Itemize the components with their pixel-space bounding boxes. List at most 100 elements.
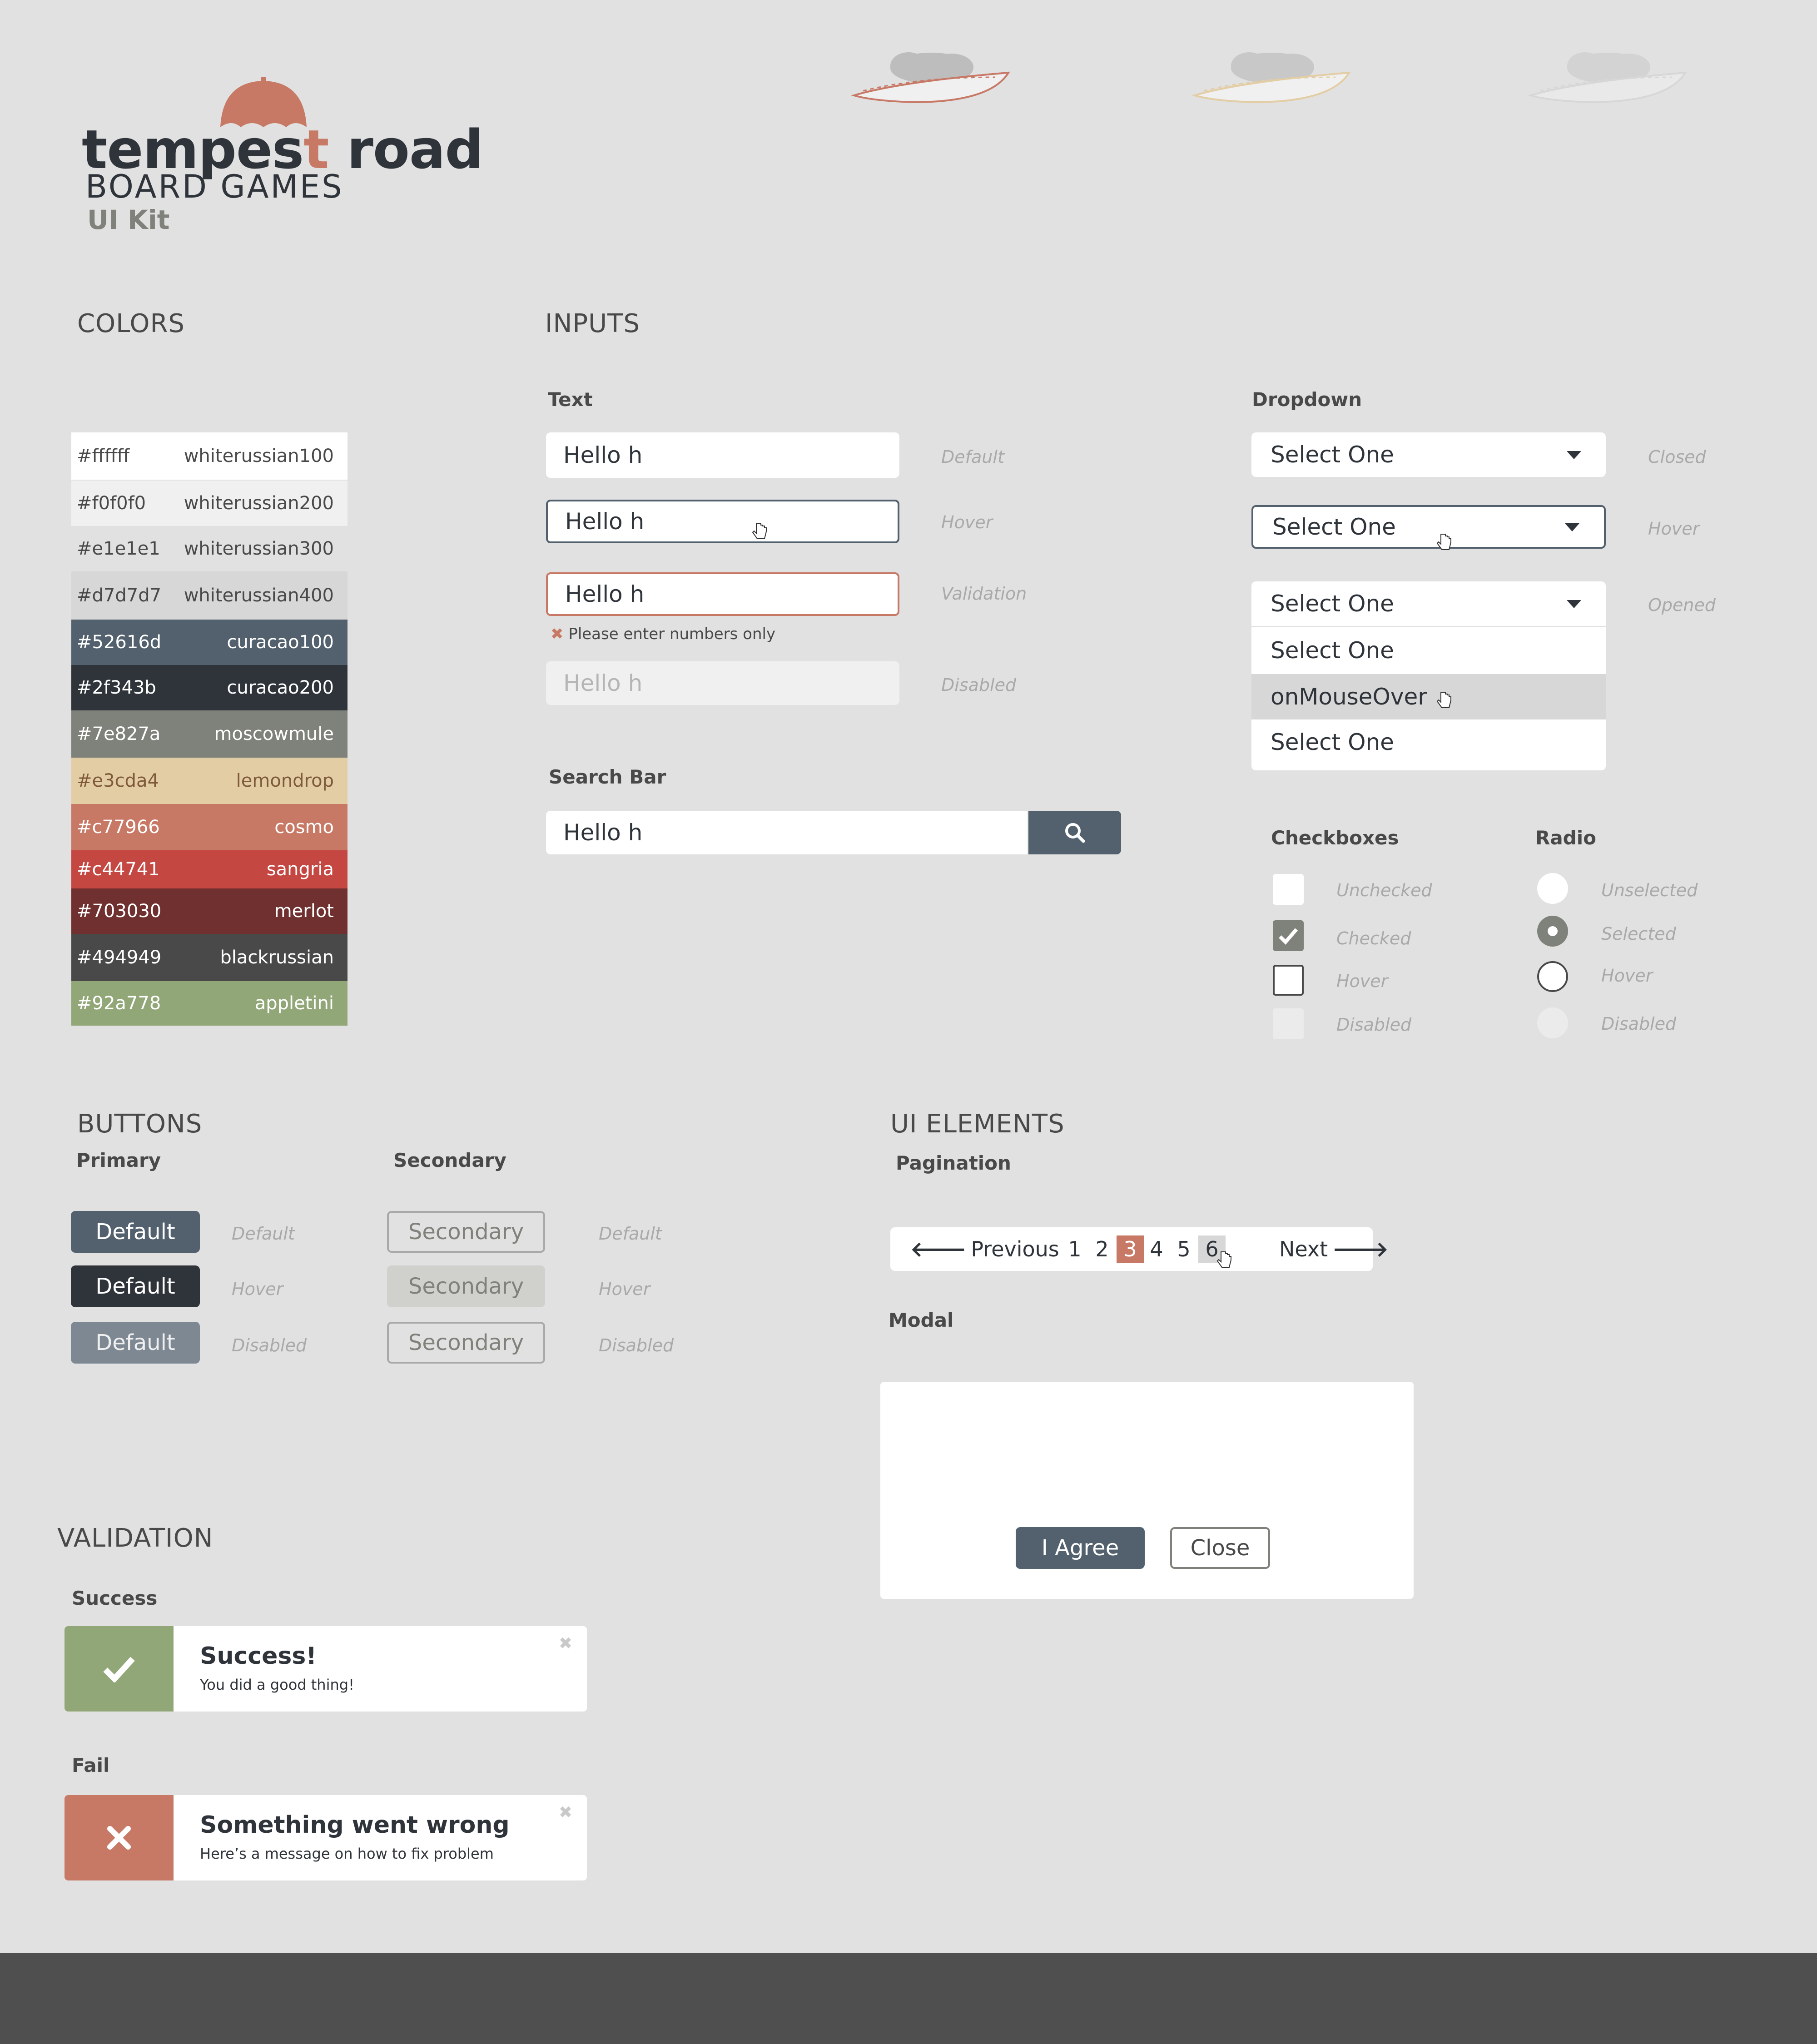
colors-title: COLORS — [77, 309, 185, 338]
buttons-title: BUTTONS — [77, 1109, 203, 1139]
dropdown-closed[interactable]: Select One — [1251, 432, 1606, 477]
caret-down-icon — [1567, 451, 1581, 459]
secondary-button-disabled: Secondary — [387, 1322, 545, 1364]
validation-message: ✖ Please enter numbers only — [551, 625, 775, 643]
radio-disabled — [1537, 1007, 1568, 1038]
text-input-value: Hello h — [563, 442, 643, 468]
success-label: Success — [72, 1587, 158, 1609]
radio-state-label: Unselected — [1601, 880, 1698, 900]
dropdown-hover[interactable]: Select One — [1251, 505, 1606, 549]
color-swatch-hex: #92a778 — [77, 993, 161, 1014]
footer-bar — [0, 1953, 1817, 2044]
text-input-value: Hello h — [563, 670, 643, 696]
state-label-disabled: Disabled — [941, 675, 1017, 695]
page-4[interactable]: 4 — [1145, 1235, 1168, 1263]
cloud-boat-illustration-2 — [1191, 52, 1351, 104]
dropdown-option-label: onMouseOver — [1271, 684, 1427, 710]
close-icon[interactable]: ✖ — [559, 1803, 572, 1822]
color-swatch-hex: #7e827a — [77, 724, 161, 744]
text-input-disabled: Hello h — [546, 661, 899, 705]
pagination-label: Pagination — [896, 1152, 1011, 1174]
dropdown-option-label: Select One — [1271, 729, 1394, 755]
caret-down-icon — [1565, 523, 1579, 531]
radio-selected[interactable] — [1537, 916, 1568, 947]
primary-label: Primary — [76, 1149, 161, 1171]
color-swatch-hex: #e1e1e1 — [77, 538, 160, 559]
color-swatch: #f0f0f0 whiterussian200 — [71, 481, 348, 526]
primary-button-hover[interactable]: Default — [71, 1265, 200, 1307]
color-swatch-name: whiterussian300 — [184, 538, 334, 559]
logo-subtitle: BOARD GAMES — [85, 168, 344, 205]
secondary-button-default[interactable]: Secondary — [387, 1211, 545, 1253]
inputs-title: INPUTS — [545, 309, 640, 338]
close-icon[interactable]: ✖ — [559, 1634, 572, 1653]
checkbox-state-label: Checked — [1336, 928, 1411, 948]
radio-label: Radio — [1535, 827, 1596, 849]
color-swatch-hex: #2f343b — [77, 677, 156, 698]
modal-agree-button[interactable]: I Agree — [1016, 1527, 1145, 1569]
color-swatch-hex: #e3cda4 — [77, 770, 159, 791]
search-input[interactable]: Hello h — [546, 811, 1028, 854]
success-alert-title: Success! — [200, 1642, 317, 1670]
page-1[interactable]: 1 — [1063, 1235, 1087, 1263]
fail-alert: Something went wrong Here’s a message on… — [65, 1795, 587, 1880]
radio-hover[interactable] — [1537, 961, 1568, 992]
secondary-button-hover[interactable]: Secondary — [387, 1265, 545, 1307]
modal-close-button[interactable]: Close — [1170, 1527, 1270, 1569]
arrow-right-icon: 🡒 — [1332, 1237, 1389, 1261]
x-icon — [107, 1826, 131, 1850]
dropdown-opened[interactable]: Select One — [1251, 581, 1606, 626]
primary-button-default[interactable]: Default — [71, 1211, 200, 1253]
dropdown-option[interactable]: Select One — [1251, 719, 1606, 765]
pagination-next[interactable]: Next 🡒 — [1279, 1227, 1389, 1271]
state-label-closed: Closed — [1648, 447, 1706, 467]
state-label-opened: Opened — [1648, 595, 1716, 615]
checkboxes-label: Checkboxes — [1271, 827, 1399, 849]
dropdown-option-hovered[interactable]: onMouseOver — [1251, 674, 1606, 719]
color-swatch-name: whiterussian400 — [184, 585, 334, 606]
dropdown-label: Dropdown — [1252, 388, 1362, 411]
button-state-label: Disabled — [599, 1335, 674, 1355]
color-swatch-hex: #703030 — [77, 901, 162, 922]
pagination-previous-label: Previous — [971, 1237, 1059, 1261]
fail-label: Fail — [72, 1754, 110, 1776]
dropdown-option[interactable]: Select One — [1251, 628, 1606, 673]
color-swatch: #494949 blackrussian — [71, 934, 348, 981]
page-5[interactable]: 5 — [1172, 1235, 1196, 1263]
success-alert-message: You did a good thing! — [200, 1676, 354, 1693]
checkmark-icon — [1279, 928, 1298, 945]
color-swatch: #ffffff whiterussian100 — [71, 432, 348, 480]
radio-dot — [1548, 926, 1558, 936]
fail-alert-icon-area — [65, 1795, 174, 1880]
pagination-next-label: Next — [1279, 1237, 1328, 1261]
button-state-label: Default — [232, 1224, 295, 1244]
radio-state-label: Selected — [1601, 924, 1676, 944]
checkbox-unchecked[interactable] — [1273, 874, 1304, 905]
color-swatch-name: whiterussian200 — [184, 493, 334, 514]
text-input-default[interactable]: Hello h — [546, 432, 899, 478]
logo-brand-part2: road — [328, 118, 483, 181]
state-label-default: Default — [941, 447, 1004, 467]
pagination-previous[interactable]: 🡐 Previous — [910, 1227, 1059, 1271]
color-swatch-name: blackrussian — [220, 947, 334, 968]
page-2[interactable]: 2 — [1090, 1235, 1114, 1263]
checkbox-hover[interactable] — [1273, 965, 1304, 996]
ui-elements-title: UI ELEMENTS — [890, 1109, 1065, 1139]
color-swatch-hex: #52616d — [77, 632, 162, 653]
color-swatch: #d7d7d7 whiterussian400 — [71, 571, 348, 620]
radio-state-label: Disabled — [1601, 1014, 1677, 1034]
color-swatch-hex: #494949 — [77, 947, 162, 968]
text-input-validation[interactable]: Hello h — [546, 572, 899, 616]
checkbox-checked[interactable] — [1273, 920, 1304, 951]
page-3-current[interactable]: 3 — [1117, 1235, 1144, 1263]
search-button[interactable] — [1028, 811, 1121, 854]
logo: tempest road BOARD GAMES UI Kit — [82, 77, 483, 241]
cloud-boat-illustration-1 — [851, 52, 1010, 104]
text-input-hover[interactable]: Hello h — [546, 500, 899, 543]
color-swatch-name: whiterussian100 — [184, 446, 334, 466]
secondary-label: Secondary — [393, 1149, 506, 1171]
color-swatch-name: merlot — [274, 901, 334, 922]
radio-unselected[interactable] — [1537, 873, 1568, 904]
color-swatch-name: sangria — [266, 859, 334, 880]
color-swatch: #e3cda4 lemondrop — [71, 758, 348, 804]
